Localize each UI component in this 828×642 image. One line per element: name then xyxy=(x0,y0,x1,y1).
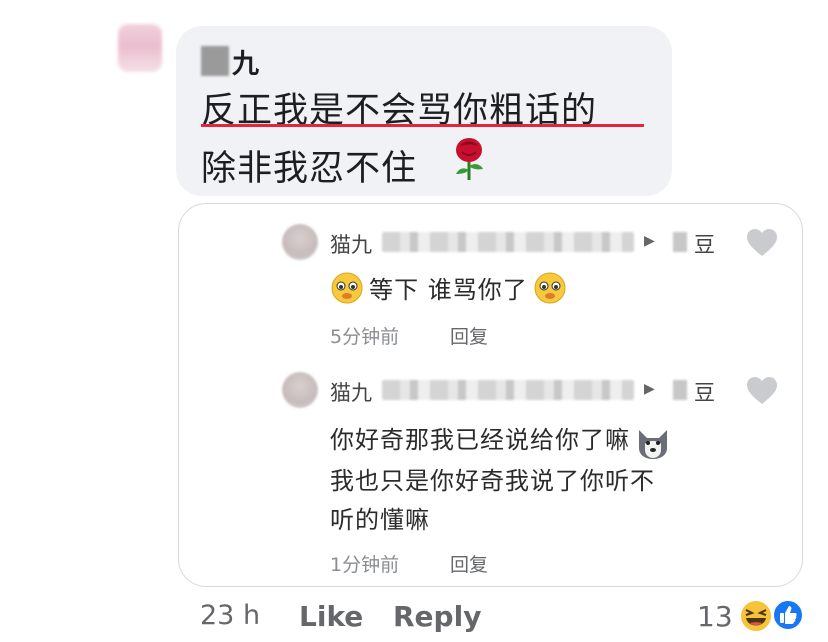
red-underline xyxy=(201,124,644,127)
like-button[interactable]: Like xyxy=(299,600,363,633)
rose-icon xyxy=(456,138,483,180)
reply-author-blurred xyxy=(382,232,634,252)
reply-action-button[interactable]: Reply xyxy=(393,600,481,633)
reaction-count[interactable]: 13 xyxy=(697,600,733,633)
reply-target-blurred xyxy=(673,232,687,252)
reply-button[interactable]: 回复 xyxy=(450,322,488,349)
reply-button[interactable]: 回复 xyxy=(450,550,488,577)
reply-arrow-icon: ▶ xyxy=(644,233,655,249)
author-name-blurred xyxy=(201,46,229,76)
reply-time: 1分钟前 xyxy=(330,554,400,576)
reply-text-line: 我也只是你好奇我说了你听不 xyxy=(330,467,655,495)
comment-text-line-2: 除非我忍不住 xyxy=(201,149,418,189)
reply-target-blurred xyxy=(673,380,687,400)
reply-text: 等下 谁骂你了 xyxy=(330,270,567,306)
reply-text-line: 听的懂嘛 xyxy=(330,506,430,534)
reply-target[interactable]: 豆 xyxy=(694,377,715,407)
pleading-face-icon xyxy=(534,272,566,303)
heart-icon[interactable] xyxy=(746,228,778,258)
reply-text-line: 你好奇那我已经说给你了嘛 xyxy=(330,426,630,454)
reply-author[interactable]: 猫九 xyxy=(330,229,372,259)
husky-dog-icon xyxy=(639,429,668,459)
reply-text: 你好奇那我已经说给你了嘛 xyxy=(330,420,671,460)
author-name[interactable]: 九 xyxy=(232,42,259,81)
reply-time: 5分钟前 xyxy=(330,326,400,348)
reply-arrow-icon: ▶ xyxy=(644,381,655,397)
heart-icon[interactable] xyxy=(746,376,778,406)
comment-timestamp[interactable]: 23 h xyxy=(200,600,260,631)
reply-avatar[interactable] xyxy=(282,224,318,260)
like-icon[interactable] xyxy=(771,598,805,632)
haha-icon[interactable] xyxy=(738,598,774,634)
reply-author[interactable]: 猫九 xyxy=(330,377,372,407)
reply-text-line: 等下 谁骂你了 xyxy=(369,276,528,304)
commenter-avatar[interactable] xyxy=(118,24,162,72)
pleading-face-icon xyxy=(331,272,363,303)
reply-target[interactable]: 豆 xyxy=(694,229,715,259)
reply-author-blurred xyxy=(382,380,634,400)
reply-avatar[interactable] xyxy=(282,372,318,408)
